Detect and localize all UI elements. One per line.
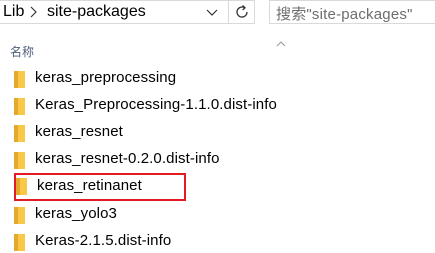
chevron-right-icon[interactable] — [29, 4, 39, 20]
file-name: keras_retinanet — [37, 177, 142, 194]
folder-icon — [14, 98, 25, 115]
list-item[interactable]: keras_resnet-0.2.0.dist-info — [10, 147, 435, 173]
file-name: keras_preprocessing — [35, 69, 177, 86]
list-item-selected[interactable]: keras_retinanet — [14, 173, 186, 201]
list-item[interactable]: Keras_Preprocessing-1.1.0.dist-info — [10, 93, 435, 119]
folder-icon — [14, 71, 25, 88]
list-item[interactable]: keras_resnet — [10, 120, 435, 146]
refresh-icon — [236, 5, 248, 18]
list-item[interactable]: Keras-2.1.5.dist-info — [10, 229, 435, 253]
column-header-name[interactable]: 名称 — [10, 43, 34, 60]
search-box[interactable]: 搜索"site-packages" — [269, 0, 435, 24]
file-name: keras_yolo3 — [35, 205, 117, 222]
chevron-down-icon[interactable] — [205, 6, 219, 18]
breadcrumb-lib[interactable]: Lib — [3, 3, 24, 21]
file-name: keras_resnet — [35, 123, 123, 140]
file-explorer-window: Lib site-packages 搜索"site-packages" 名称 k… — [0, 0, 435, 253]
file-name: Keras-2.1.5.dist-info — [35, 232, 172, 249]
folder-icon — [16, 178, 27, 195]
breadcrumb-site-packages[interactable]: site-packages — [47, 3, 146, 21]
folder-icon — [14, 152, 25, 169]
sort-ascending-icon — [276, 34, 286, 47]
list-item[interactable]: keras_preprocessing — [10, 66, 435, 92]
address-bar[interactable]: Lib site-packages — [0, 0, 255, 24]
folder-icon — [14, 207, 25, 224]
list-item[interactable]: keras_yolo3 — [10, 202, 435, 228]
refresh-button[interactable] — [228, 1, 253, 23]
folder-icon — [14, 125, 25, 142]
file-name: Keras_Preprocessing-1.1.0.dist-info — [35, 96, 277, 113]
search-input[interactable]: 搜索"site-packages" — [276, 3, 413, 24]
folder-icon — [14, 234, 25, 251]
file-name: keras_resnet-0.2.0.dist-info — [35, 150, 220, 167]
